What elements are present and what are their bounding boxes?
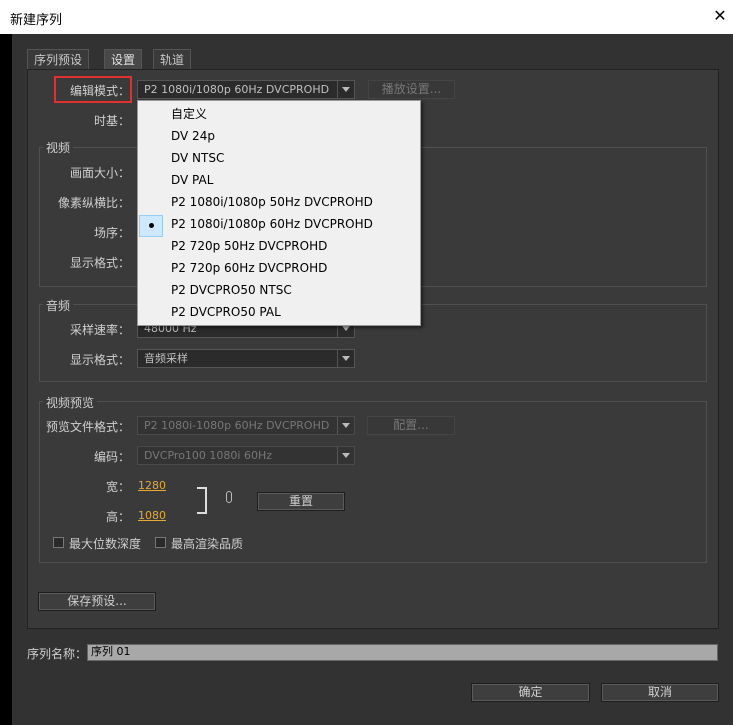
dropdown-item-p2-dvcpro50-pal[interactable]: P2 DVCPRO50 PAL: [138, 301, 420, 323]
window-title: 新建序列: [10, 13, 63, 28]
selected-marker: [139, 215, 163, 237]
height-label: 高：: [105, 510, 130, 524]
preview-file-format-select[interactable]: P2 1080i-1080p 60Hz DVCPROHD: [137, 416, 355, 435]
audio-display-format-value: 音频采样: [144, 352, 188, 365]
bullet-icon: [149, 223, 154, 228]
max-bit-depth-label: 最大位数深度: [69, 537, 142, 551]
config-button[interactable]: 配置...: [367, 416, 455, 435]
width-value[interactable]: 1280: [138, 479, 166, 492]
save-preset-button[interactable]: 保存预设...: [38, 592, 156, 611]
sequence-name-input[interactable]: 序列 01: [87, 644, 718, 661]
frame-size-label: 画面大小：: [69, 166, 130, 180]
preview-file-format-value: P2 1080i-1080p 60Hz DVCPROHD: [144, 419, 330, 432]
dropdown-item-dv-24p[interactable]: DV 24p: [138, 125, 420, 147]
timebase-label: 时基：: [93, 114, 130, 128]
max-bit-depth-checkbox[interactable]: [53, 537, 64, 548]
chevron-down-icon: [337, 447, 354, 464]
dropdown-item-dv-ntsc[interactable]: DV NTSC: [138, 147, 420, 169]
edit-mode-select[interactable]: P2 1080i/1080p 60Hz DVCPROHD: [137, 80, 355, 99]
tab-settings[interactable]: 设置: [104, 49, 143, 70]
playback-settings-button[interactable]: 播放设置...: [368, 80, 455, 99]
reset-button[interactable]: 重置: [257, 492, 345, 511]
chevron-down-icon: [337, 417, 354, 434]
audio-display-format-label: 显示格式：: [69, 353, 130, 367]
aspect-bracket: [197, 487, 207, 514]
video-display-format-label: 显示格式：: [69, 256, 130, 270]
width-label: 宽：: [105, 480, 130, 494]
edit-mode-dropdown: 自定义 DV 24p DV NTSC DV PAL P2 1080i/1080p…: [137, 100, 421, 326]
dropdown-item-dv-pal[interactable]: DV PAL: [138, 169, 420, 191]
sequence-name-label: 序列名称：: [27, 647, 88, 661]
close-icon[interactable]: ✕: [710, 6, 730, 26]
dropdown-item-p2-1080-50hz[interactable]: P2 1080i/1080p 50Hz DVCPROHD: [138, 191, 420, 213]
audio-display-format-select[interactable]: 音频采样: [137, 349, 355, 368]
tab-tracks[interactable]: 轨道: [153, 49, 192, 70]
dropdown-item-custom[interactable]: 自定义: [138, 103, 420, 125]
cancel-button[interactable]: 取消: [601, 683, 719, 702]
preview-file-format-label: 预览文件格式：: [45, 420, 130, 434]
chevron-down-icon: [337, 81, 354, 98]
ok-button[interactable]: 确定: [471, 683, 590, 702]
sample-rate-label: 采样速率：: [69, 323, 130, 337]
title-bar: [0, 0, 733, 34]
field-order-label: 场序：: [93, 226, 130, 240]
pixel-aspect-label: 像素纵横比：: [57, 196, 130, 210]
audio-group-title: 音频: [43, 297, 74, 314]
video-group-title: 视频: [43, 139, 74, 156]
edit-mode-value: P2 1080i/1080p 60Hz DVCPROHD: [144, 83, 330, 96]
codec-label: 编码：: [93, 450, 130, 464]
codec-value: DVCPro100 1080i 60Hz: [144, 449, 273, 462]
chain-link-icon[interactable]: [226, 491, 232, 503]
dropdown-item-label: P2 1080i/1080p 60Hz DVCPROHD: [171, 217, 373, 231]
max-render-quality-label: 最高渲染品质: [171, 537, 244, 551]
tab-sequence-presets[interactable]: 序列预设: [27, 49, 90, 70]
dropdown-item-p2-720p-60hz[interactable]: P2 720p 60Hz DVCPROHD: [138, 257, 420, 279]
video-preview-group-title: 视频预览: [43, 394, 98, 411]
dropdown-item-p2-720p-50hz[interactable]: P2 720p 50Hz DVCPROHD: [138, 235, 420, 257]
chevron-down-icon: [337, 350, 354, 367]
codec-select[interactable]: DVCPro100 1080i 60Hz: [137, 446, 355, 465]
height-value[interactable]: 1080: [138, 509, 166, 522]
max-render-quality-checkbox[interactable]: [155, 537, 166, 548]
dropdown-item-p2-dvcpro50-ntsc[interactable]: P2 DVCPRO50 NTSC: [138, 279, 420, 301]
dropdown-item-p2-1080-60hz[interactable]: P2 1080i/1080p 60Hz DVCPROHD: [138, 213, 420, 237]
edit-mode-label: 编辑模式：: [69, 84, 130, 98]
